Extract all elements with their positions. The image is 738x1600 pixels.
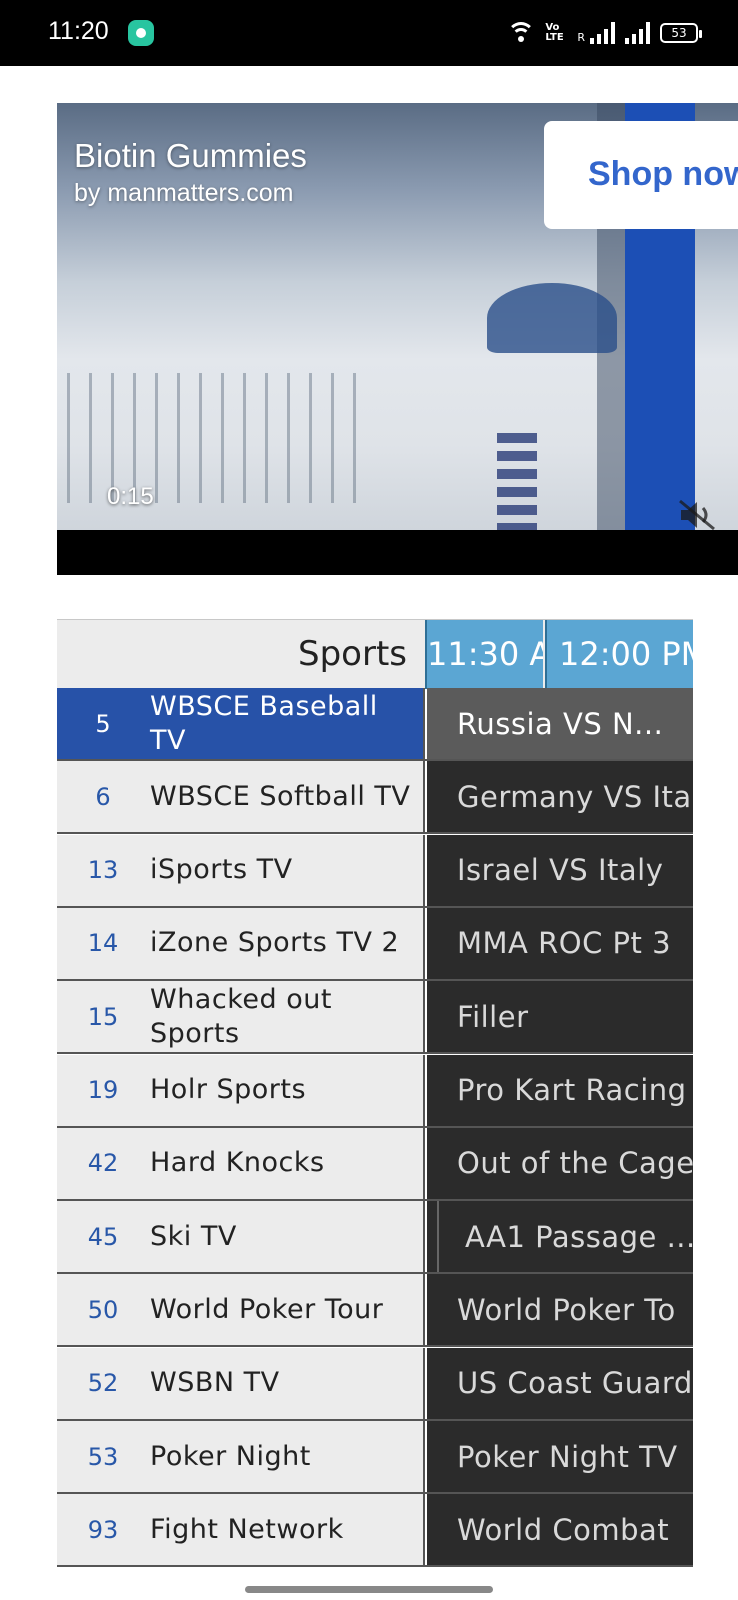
channel-number: 52 <box>87 1369 119 1398</box>
channel-row[interactable]: 42 Hard Knocks Out of the Cage <box>57 1127 693 1201</box>
signal-icon-2 <box>625 22 650 44</box>
channel-number: 50 <box>87 1295 119 1324</box>
category-label[interactable]: Sports <box>57 620 407 689</box>
channel-row[interactable]: 5 WBSCE Baseball TV Russia VS N... <box>57 688 693 761</box>
signal-icon-1: R <box>577 22 615 44</box>
wifi-icon <box>507 22 536 44</box>
program-cell[interactable]: Israel VS Italy <box>427 834 693 906</box>
channel-name: Poker Night <box>150 1440 311 1472</box>
channel-number: 5 <box>95 709 111 738</box>
channel-row[interactable]: 93 Fight Network World Combat <box>57 1494 693 1568</box>
channel-name: iZone Sports TV 2 <box>150 927 400 959</box>
channel-cell[interactable]: 50 World Poker Tour <box>57 1274 425 1346</box>
status-bar: 11:20 Vo LTE R 53 <box>0 0 738 66</box>
ad-advertiser[interactable]: by manmatters.com <box>74 179 294 208</box>
channel-name: WBSCE Baseball TV <box>150 690 378 756</box>
ad-title: Biotin Gummies <box>74 137 307 174</box>
channel-name: Holr Sports <box>150 1074 307 1105</box>
channel-row[interactable]: 52 WSBN TV US Coast Guard <box>57 1347 693 1421</box>
channel-number: 15 <box>87 1002 119 1031</box>
program-cell[interactable]: Out of the Cage <box>427 1127 693 1199</box>
program-cell[interactable]: World Combat <box>427 1494 693 1566</box>
time-slot-1[interactable]: 11:30 A <box>425 620 543 689</box>
channel-name: WSBN TV <box>150 1367 280 1399</box>
ad-controls-bar <box>57 530 738 575</box>
channel-name: Hard Knocks <box>150 1147 325 1179</box>
channel-number: 93 <box>87 1515 119 1544</box>
channel-row[interactable]: 45 Ski TV AA1 Passage ... <box>57 1201 693 1275</box>
channel-cell[interactable]: 52 WSBN TV <box>57 1347 425 1419</box>
ad-decor-shape <box>487 283 617 353</box>
program-cell[interactable]: Poker Night TV <box>427 1421 693 1492</box>
channel-cell[interactable]: 53 Poker Night <box>57 1421 425 1492</box>
channel-name: Ski TV <box>150 1220 237 1252</box>
channel-row[interactable]: 6 WBSCE Softball TV Germany VS Ita <box>57 761 693 835</box>
program-cell[interactable]: Filler <box>427 981 693 1053</box>
status-time: 11:20 <box>48 17 109 45</box>
program-cell[interactable]: Germany VS Ita <box>427 761 693 833</box>
status-icons: Vo LTE R 53 <box>507 18 702 48</box>
channel-cell[interactable]: 14 iZone Sports TV 2 <box>57 907 425 979</box>
channel-row[interactable]: 15 Whacked out Sports Filler <box>57 981 693 1055</box>
program-cell[interactable]: Russia VS N... <box>427 688 693 759</box>
channel-row[interactable]: 19 Holr Sports Pro Kart Racing <box>57 1054 693 1128</box>
channel-name: iSports TV <box>150 854 293 886</box>
program-cell[interactable]: AA1 Passage ... <box>427 1201 693 1273</box>
channel-name: World Poker Tour <box>150 1293 384 1325</box>
channel-number: 45 <box>87 1222 119 1251</box>
channel-cell[interactable]: 15 Whacked out Sports <box>57 981 425 1053</box>
ad-timer: 0:15 <box>107 483 154 510</box>
app-notification-icon <box>128 20 154 46</box>
program-cell[interactable]: Pro Kart Racing <box>427 1054 693 1126</box>
channel-row[interactable]: 53 Poker Night Poker Night TV <box>57 1421 693 1494</box>
channel-number: 19 <box>87 1076 119 1104</box>
channel-number: 42 <box>87 1149 119 1178</box>
channel-cell[interactable]: 5 WBSCE Baseball TV <box>57 688 425 759</box>
shop-now-button[interactable]: Shop now <box>544 121 738 229</box>
channel-name: Whacked out Sports <box>150 983 332 1049</box>
volume-muted-icon[interactable] <box>677 498 717 532</box>
program-cell[interactable]: MMA ROC Pt 3 <box>427 907 693 979</box>
channel-number: 6 <box>95 782 111 811</box>
channel-number: 13 <box>87 856 119 885</box>
home-indicator[interactable] <box>245 1586 493 1593</box>
battery-icon: 53 <box>660 23 702 43</box>
channel-cell[interactable]: 13 iSports TV <box>57 834 425 906</box>
channel-number: 53 <box>87 1442 119 1471</box>
channel-row[interactable]: 14 iZone Sports TV 2 MMA ROC Pt 3 <box>57 907 693 981</box>
channel-cell[interactable]: 45 Ski TV <box>57 1201 425 1273</box>
channel-name: Fight Network <box>150 1513 344 1545</box>
channel-cell[interactable]: 42 Hard Knocks <box>57 1127 425 1199</box>
volte-label: Vo LTE <box>545 22 564 43</box>
ad-decor-print <box>497 433 537 533</box>
program-cell[interactable]: World Poker To <box>427 1274 693 1346</box>
guide-header: Sports 11:30 A 12:00 PM <box>57 619 693 689</box>
channel-name: WBSCE Softball TV <box>150 780 411 812</box>
video-ad[interactable]: Biotin Gummies by manmatters.com Shop no… <box>57 103 738 575</box>
time-slot-2[interactable]: 12:00 PM <box>545 620 693 689</box>
channel-row[interactable]: 13 iSports TV Israel VS Italy <box>57 834 693 908</box>
tv-guide: Sports 11:30 A 12:00 PM 5 WBSCE Baseball … <box>57 619 693 1571</box>
channel-cell[interactable]: 19 Holr Sports <box>57 1054 425 1126</box>
channel-cell[interactable]: 93 Fight Network <box>57 1494 425 1566</box>
channel-cell[interactable]: 6 WBSCE Softball TV <box>57 761 425 833</box>
channel-row[interactable]: 50 World Poker Tour World Poker To <box>57 1274 693 1348</box>
channel-number: 14 <box>87 929 119 958</box>
program-cell[interactable]: US Coast Guard <box>427 1347 693 1419</box>
